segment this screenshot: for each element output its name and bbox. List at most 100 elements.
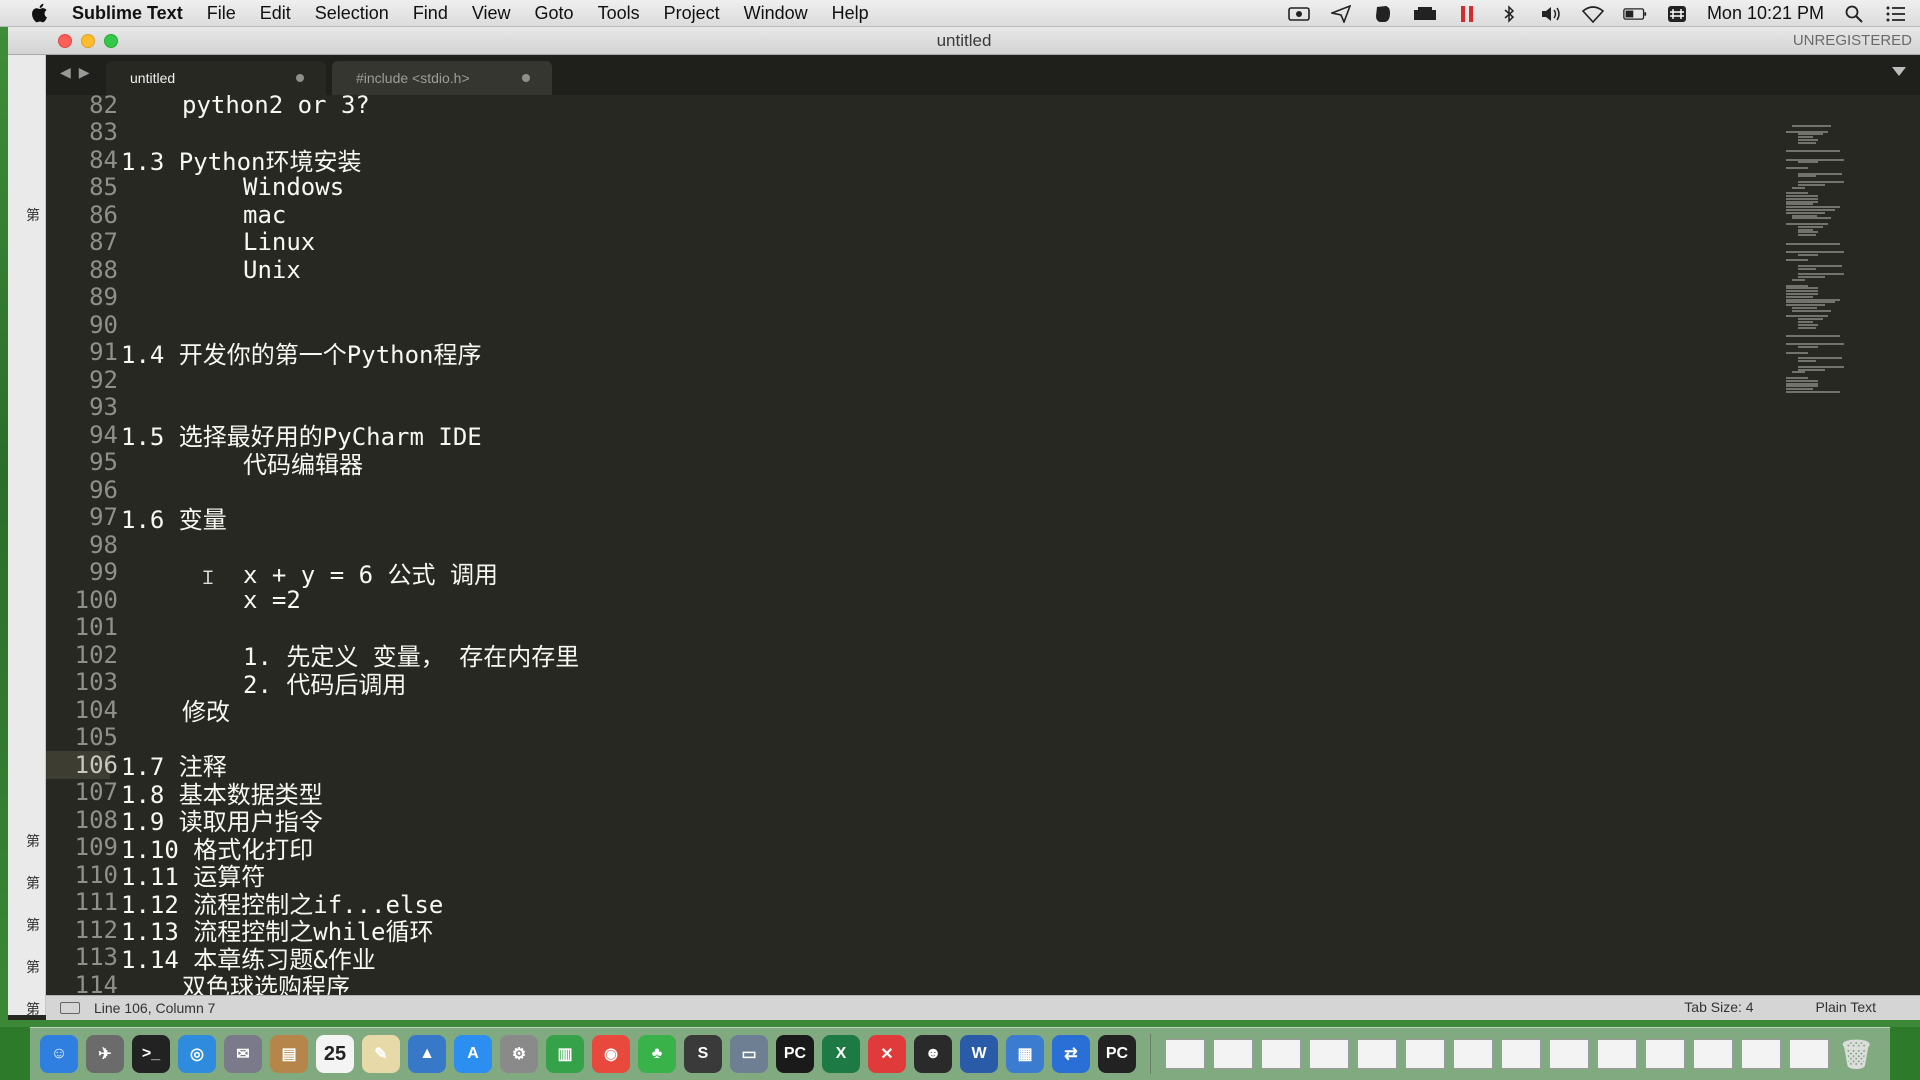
safari-icon[interactable]: ◎ — [178, 1035, 216, 1073]
editor-line[interactable]: 95 代码编辑器 — [46, 448, 1766, 479]
menubar-clock[interactable]: Mon 10:21 PM — [1707, 3, 1824, 24]
editor-line[interactable]: 109 1.10 格式化打印 — [46, 833, 1766, 864]
keynote-icon[interactable]: ▲ — [408, 1035, 446, 1073]
screen-record-icon[interactable] — [1287, 4, 1311, 24]
pause-icon[interactable] — [1455, 4, 1479, 24]
sublime-text-icon[interactable]: S — [684, 1035, 722, 1073]
editor-line[interactable]: 104 修改 — [46, 696, 1766, 727]
panel-toggle-icon[interactable] — [60, 1002, 80, 1014]
dock-minimized-window[interactable] — [1405, 1039, 1445, 1069]
evernote-icon[interactable]: ♣ — [638, 1035, 676, 1073]
input-method-icon[interactable] — [1665, 4, 1689, 24]
scanner-icon[interactable]: ▭ — [730, 1035, 768, 1073]
tab-untitled[interactable]: untitled — [106, 61, 326, 95]
editor-line[interactable]: 89 — [46, 283, 1766, 311]
menu-selection[interactable]: Selection — [315, 3, 389, 24]
unsaved-dot-icon[interactable] — [296, 74, 304, 82]
tab-overflow-chevron-icon[interactable] — [1892, 67, 1906, 76]
dock-minimized-window[interactable] — [1597, 1039, 1637, 1069]
dock-minimized-window[interactable] — [1453, 1039, 1493, 1069]
dock-minimized-window[interactable] — [1261, 1039, 1301, 1069]
volume-icon[interactable] — [1539, 4, 1563, 24]
menu-window[interactable]: Window — [744, 3, 808, 24]
editor-line[interactable]: 105 — [46, 723, 1766, 751]
editor-line[interactable]: 88 Unix — [46, 256, 1766, 284]
menu-help[interactable]: Help — [832, 3, 869, 24]
tab-prev-icon[interactable]: ◀ — [60, 65, 71, 81]
xmind-icon[interactable]: ✕ — [868, 1035, 906, 1073]
text-editor[interactable]: 82 python2 or 3? 83 84 1.3 Python环境安装 85 Windo… — [46, 95, 1920, 995]
evernote-icon[interactable] — [1371, 4, 1395, 24]
editor-line[interactable]: 85 Windows — [46, 173, 1766, 201]
tab-nav-arrows[interactable]: ◀ ▶ — [60, 65, 90, 81]
license-status: UNREGISTERED — [1792, 32, 1912, 49]
minimap[interactable] — [1786, 123, 1906, 403]
editor-line[interactable]: 87 Linux — [46, 228, 1766, 256]
teamviewer-icon[interactable]: ⇄ — [1052, 1035, 1090, 1073]
calendar-icon[interactable]: 25 — [316, 1035, 354, 1073]
editor-line[interactable]: 103 2. 代码后调用 — [46, 668, 1766, 699]
editor-line[interactable]: 91 1.4 开发你的第一个Python程序 — [46, 338, 1766, 369]
sidebar-fragment: 第 — [26, 918, 40, 934]
editor-line[interactable]: 96 — [46, 476, 1766, 504]
editor-line[interactable]: 92 — [46, 366, 1766, 394]
menu-project[interactable]: Project — [664, 3, 720, 24]
wifi-icon[interactable] — [1581, 4, 1605, 24]
dock-minimized-window[interactable] — [1309, 1039, 1349, 1069]
menu-goto[interactable]: Goto — [535, 3, 574, 24]
preview-icon[interactable]: ✉ — [224, 1035, 262, 1073]
terminal-icon[interactable]: >_ — [132, 1035, 170, 1073]
editor-line[interactable]: 84 1.3 Python环境安装 — [46, 146, 1766, 177]
trash-icon[interactable]: 🗑 — [1837, 1035, 1875, 1073]
dock-minimized-window[interactable] — [1549, 1039, 1589, 1069]
word-icon[interactable]: W — [960, 1035, 998, 1073]
pycharm-icon[interactable]: PC — [776, 1035, 814, 1073]
dock-minimized-window[interactable] — [1357, 1039, 1397, 1069]
window-titlebar[interactable]: untitled UNREGISTERED — [8, 27, 1920, 55]
dock-minimized-window[interactable] — [1693, 1039, 1733, 1069]
screen-sharing-icon[interactable]: ▦ — [1006, 1035, 1044, 1073]
excel-icon[interactable]: X — [822, 1035, 860, 1073]
pycharm-alt-icon[interactable]: PC — [1098, 1035, 1136, 1073]
notes-icon[interactable]: ✎ — [362, 1035, 400, 1073]
editor-line[interactable]: 97 1.6 变量 — [46, 503, 1766, 534]
menu-file[interactable]: File — [207, 3, 236, 24]
apple-menu-icon[interactable] — [26, 0, 52, 26]
numbers-icon[interactable]: ▥ — [546, 1035, 584, 1073]
dock-minimized-window[interactable] — [1741, 1039, 1781, 1069]
qq-icon[interactable]: ☻ — [914, 1035, 952, 1073]
battery-icon[interactable] — [1623, 4, 1647, 24]
editor-line[interactable]: 114 双色球选购程序 — [46, 971, 1766, 995]
menu-edit[interactable]: Edit — [260, 3, 291, 24]
launchpad-icon[interactable]: ✈ — [86, 1035, 124, 1073]
system-preferences-icon[interactable]: ⚙ — [500, 1035, 538, 1073]
dock-minimized-window[interactable] — [1213, 1039, 1253, 1069]
bluetooth-icon[interactable] — [1497, 4, 1521, 24]
sidebar-fragment: 第 — [26, 208, 40, 224]
menu-view[interactable]: View — [472, 3, 511, 24]
dock-minimized-window[interactable] — [1645, 1039, 1685, 1069]
notebook-icon[interactable]: ▤ — [270, 1035, 308, 1073]
tab-next-icon[interactable]: ▶ — [79, 65, 90, 81]
tab-include-stdio[interactable]: #include <stdio.h> — [332, 61, 552, 95]
syntax-selector[interactable]: Plain Text — [1816, 999, 1876, 1015]
menu-tools[interactable]: Tools — [598, 3, 640, 24]
spotlight-icon[interactable] — [1842, 4, 1866, 24]
dock-minimized-window[interactable] — [1501, 1039, 1541, 1069]
editor-line[interactable]: 86 mac — [46, 201, 1766, 229]
dock-minimized-window[interactable] — [1165, 1039, 1205, 1069]
editor-line[interactable]: 99 x + y = 6 公式 调用 — [46, 558, 1766, 589]
chrome-icon[interactable]: ◉ — [592, 1035, 630, 1073]
editor-line[interactable]: 82 python2 or 3? — [46, 95, 1766, 119]
finder-icon[interactable]: ☺ — [40, 1035, 78, 1073]
editor-line[interactable]: 100 x =2 — [46, 586, 1766, 614]
dock-minimized-window[interactable] — [1789, 1039, 1829, 1069]
notification-center-icon[interactable] — [1884, 4, 1908, 24]
app-store-icon[interactable]: A — [454, 1035, 492, 1073]
send-icon[interactable] — [1329, 4, 1353, 24]
tab-size-selector[interactable]: Tab Size: 4 — [1684, 999, 1753, 1015]
menu-find[interactable]: Find — [413, 3, 448, 24]
menu-app-name[interactable]: Sublime Text — [72, 3, 183, 24]
unsaved-dot-icon[interactable] — [522, 74, 530, 82]
drive-icon[interactable] — [1413, 4, 1437, 24]
